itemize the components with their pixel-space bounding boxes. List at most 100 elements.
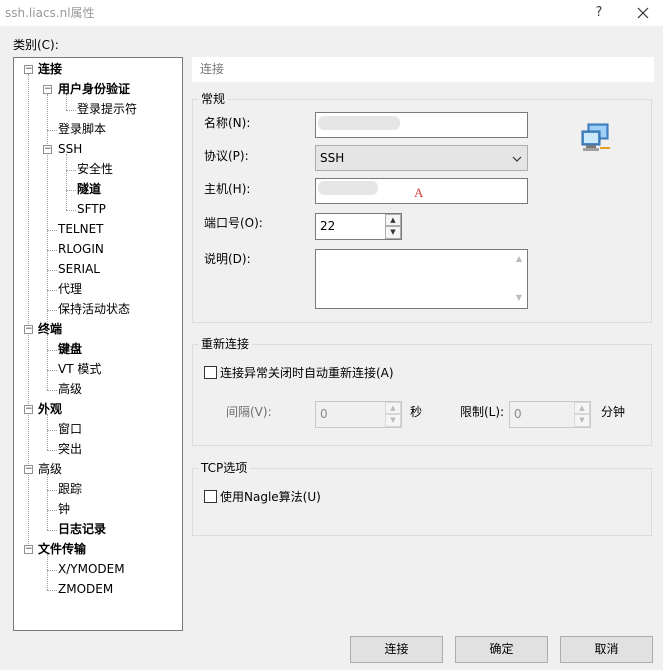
tree-line xyxy=(47,530,57,531)
nagle-label[interactable]: 使用Nagle算法(U) xyxy=(220,490,321,504)
tree-line xyxy=(66,110,76,111)
tree-item-keepalive[interactable]: 保持活动状态 xyxy=(58,300,130,318)
category-label: 类别(C): xyxy=(13,38,59,52)
tree-item-rlogin[interactable]: RLOGIN xyxy=(58,240,104,258)
tree-line xyxy=(47,310,57,311)
help-button[interactable]: ? xyxy=(588,2,610,24)
tree-item-login-script[interactable]: 登录脚本 xyxy=(58,120,106,138)
general-group-title: 常规 xyxy=(198,92,229,106)
nagle-checkbox[interactable] xyxy=(204,490,217,503)
tree-item-tunnels[interactable]: 隧道 xyxy=(77,180,101,198)
tree-item-proxy[interactable]: 代理 xyxy=(58,280,82,298)
tree-item-window[interactable]: 窗口 xyxy=(58,420,82,438)
close-icon xyxy=(637,7,649,19)
text-cursor: A xyxy=(414,185,424,200)
host-label: 主机(H): xyxy=(204,182,251,196)
tree-line xyxy=(47,270,57,271)
tree-item-user-auth[interactable]: 用户身份验证 xyxy=(58,80,130,98)
interval-up-button[interactable]: ▲ xyxy=(385,402,401,414)
description-textarea[interactable] xyxy=(315,249,528,309)
minutes-unit: 分钟 xyxy=(601,405,626,419)
category-tree[interactable]: − 连接 − 用户身份验证 登录提示符 登录脚本 − SSH 安全性 隧道 SF… xyxy=(13,57,183,631)
tree-line xyxy=(47,554,48,590)
tree-item-serial[interactable]: SERIAL xyxy=(58,260,100,278)
limit-label: 限制(L): xyxy=(460,405,505,419)
tree-item-appearance[interactable]: 外观 xyxy=(38,400,62,418)
tree-item-advanced[interactable]: 高级 xyxy=(38,460,62,478)
tree-line xyxy=(47,474,48,530)
network-computer-icon xyxy=(580,122,614,154)
tree-item-security[interactable]: 安全性 xyxy=(77,160,113,178)
auto-reconnect-checkbox[interactable] xyxy=(204,366,217,379)
tree-item-logging[interactable]: 日志记录 xyxy=(58,520,106,538)
redacted-blur xyxy=(318,116,400,130)
tree-line xyxy=(47,430,57,431)
close-button[interactable] xyxy=(632,2,654,24)
collapse-icon[interactable]: − xyxy=(24,325,33,334)
tree-line xyxy=(47,130,57,131)
tree-item-terminal-advanced[interactable]: 高级 xyxy=(58,380,82,398)
tree-item-connection[interactable]: 连接 xyxy=(38,60,62,78)
description-label: 说明(D): xyxy=(204,252,251,266)
port-down-button[interactable]: ▼ xyxy=(385,226,401,239)
collapse-icon[interactable]: − xyxy=(24,465,33,474)
tree-line xyxy=(47,290,57,291)
tree-line xyxy=(47,570,57,571)
tree-item-keyboard[interactable]: 键盘 xyxy=(58,340,82,358)
protocol-select[interactable]: SSH xyxy=(315,145,528,171)
tree-item-vt-mode[interactable]: VT 模式 xyxy=(58,360,101,378)
tree-line xyxy=(66,190,76,191)
auto-reconnect-label[interactable]: 连接异常关闭时自动重新连接(A) xyxy=(220,366,394,380)
tree-item-login-prompts[interactable]: 登录提示符 xyxy=(77,100,137,118)
section-header: 连接 xyxy=(192,57,654,82)
cancel-button[interactable]: 取消 xyxy=(560,636,653,663)
scroll-down-icon[interactable]: ▼ xyxy=(512,293,526,302)
tcp-group-title: TCP选项 xyxy=(198,461,251,475)
connect-button[interactable]: 连接 xyxy=(350,636,443,663)
tree-line xyxy=(47,390,57,391)
collapse-icon[interactable]: − xyxy=(24,545,33,554)
tree-item-file-transfer[interactable]: 文件传输 xyxy=(38,540,86,558)
limit-up-button[interactable]: ▲ xyxy=(574,402,590,414)
name-label: 名称(N): xyxy=(204,116,251,130)
tree-item-trace[interactable]: 跟踪 xyxy=(58,480,82,498)
interval-down-button[interactable]: ▼ xyxy=(385,414,401,427)
interval-label: 间隔(V): xyxy=(226,405,272,419)
collapse-icon[interactable]: − xyxy=(43,85,52,94)
tree-line xyxy=(47,230,57,231)
tree-line xyxy=(47,370,57,371)
collapse-icon[interactable]: − xyxy=(24,405,33,414)
tree-line xyxy=(47,350,57,351)
tree-item-zmodem[interactable]: ZMODEM xyxy=(58,580,113,598)
reconnect-group-title: 重新连接 xyxy=(198,337,253,351)
tree-line xyxy=(47,490,57,491)
tree-line xyxy=(47,250,57,251)
tree-item-sftp[interactable]: SFTP xyxy=(77,200,106,218)
protocol-value: SSH xyxy=(320,151,345,165)
ok-button[interactable]: 确定 xyxy=(455,636,548,663)
redacted-blur xyxy=(318,181,378,195)
scroll-up-icon[interactable]: ▲ xyxy=(512,254,526,263)
tree-line xyxy=(47,510,57,511)
chevron-down-icon xyxy=(512,156,522,162)
tree-line xyxy=(47,590,57,591)
port-up-button[interactable]: ▲ xyxy=(385,214,401,226)
tree-item-highlight[interactable]: 突出 xyxy=(58,440,82,458)
tree-item-xymodem[interactable]: X/YMODEM xyxy=(58,560,125,578)
collapse-icon[interactable]: − xyxy=(24,65,33,74)
tree-line xyxy=(66,170,76,171)
tree-line xyxy=(28,74,29,546)
collapse-icon[interactable]: − xyxy=(43,145,52,154)
limit-down-button[interactable]: ▼ xyxy=(574,414,590,427)
window-title: ssh.liacs.nl属性 xyxy=(5,6,95,20)
tree-item-telnet[interactable]: TELNET xyxy=(58,220,104,238)
tree-line xyxy=(66,154,67,210)
tree-line xyxy=(66,210,76,211)
tree-line xyxy=(47,334,48,390)
tree-item-ssh[interactable]: SSH xyxy=(58,140,82,158)
tree-item-bell[interactable]: 钟 xyxy=(58,500,70,518)
title-bar xyxy=(0,0,663,26)
port-label: 端口号(O): xyxy=(204,216,263,230)
protocol-label: 协议(P): xyxy=(204,149,249,163)
tree-item-terminal[interactable]: 终端 xyxy=(38,320,62,338)
